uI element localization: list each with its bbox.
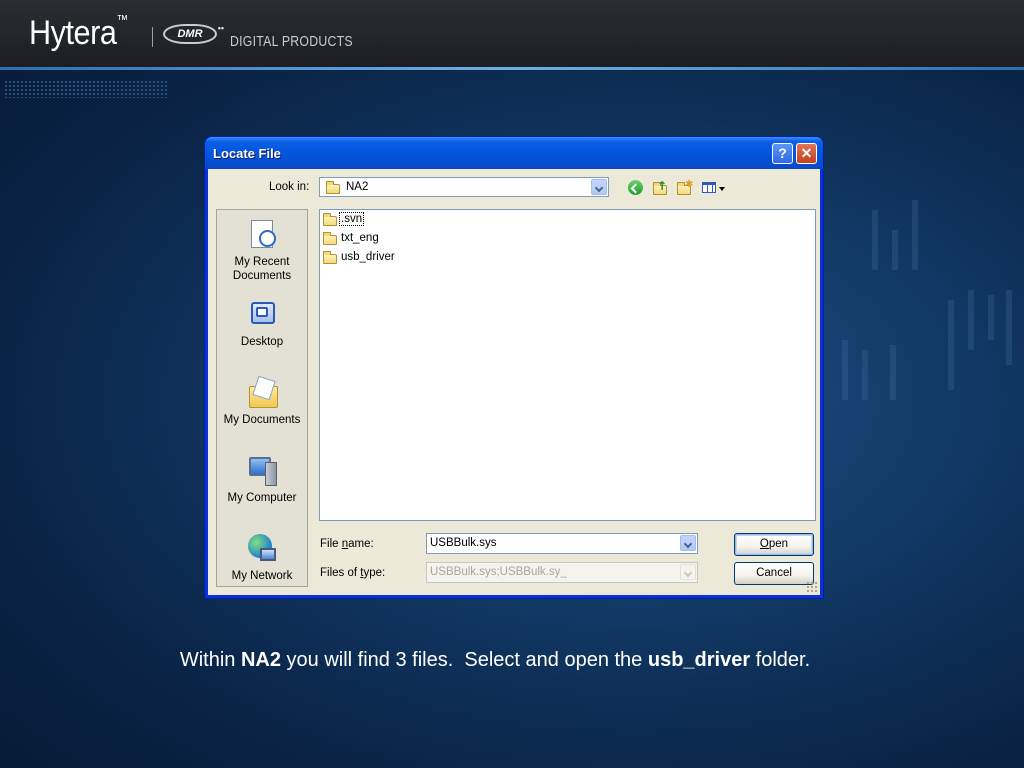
slide-header: Hytera™ DMR •• DIGITAL PRODUCTS: [0, 0, 1024, 68]
file-name-label: File name:: [320, 538, 374, 550]
decorative-bar: [890, 345, 896, 400]
decorative-dot-pattern: [4, 80, 169, 98]
arrow-up-icon: ↑: [657, 179, 668, 193]
place-label: Desktop: [240, 336, 284, 348]
access-key: n: [341, 538, 349, 550]
recent-documents-icon: [245, 218, 279, 252]
access-key: t: [360, 567, 364, 579]
place-label: My Recent Documents: [232, 256, 292, 282]
decorative-bar: [912, 200, 918, 270]
dmr-logo: DMR ••: [163, 23, 224, 44]
my-documents-icon: [245, 376, 279, 410]
sparkle-icon: ✱: [685, 179, 694, 190]
decorative-bar: [872, 210, 878, 270]
cancel-button[interactable]: Cancel: [734, 562, 814, 585]
decorative-bar: [862, 350, 868, 400]
caption-bold-folder: NA2: [240, 649, 281, 671]
decorative-bar: [842, 340, 848, 400]
dialog-title: Locate File: [213, 146, 281, 161]
chevron-down-icon[interactable]: [591, 179, 607, 195]
place-my-recent-documents[interactable]: My Recent Documents: [217, 218, 307, 283]
place-label: My Network: [231, 570, 293, 582]
access-key: O: [759, 538, 769, 550]
open-button[interactable]: Open: [734, 533, 814, 556]
header-tagline: DIGITAL PRODUCTS: [230, 33, 353, 50]
folder-icon: [323, 232, 337, 245]
my-computer-icon: [245, 454, 279, 488]
desktop-icon: [245, 298, 279, 332]
decorative-bar: [988, 295, 994, 340]
chevron-down-icon[interactable]: [680, 535, 696, 551]
file-list[interactable]: .svn txt_eng usb_driver: [319, 209, 816, 521]
caret-down-icon: [719, 187, 725, 191]
locate-file-dialog: Locate File ? ✕ Look in: NA2 ↑ ✱ My Rece…: [205, 137, 823, 598]
dialog-titlebar[interactable]: Locate File ? ✕: [205, 137, 823, 169]
decorative-bar: [892, 230, 898, 270]
decorative-bar: [948, 300, 954, 390]
back-icon[interactable]: [627, 179, 645, 197]
file-name: .svn: [338, 212, 365, 226]
help-button[interactable]: ?: [772, 143, 793, 164]
folder-icon: [326, 181, 340, 194]
file-type-label: Files of type:: [320, 567, 386, 579]
open-label-rest: pen: [768, 538, 789, 550]
resize-grip[interactable]: [806, 581, 818, 593]
dialog-body: Look in: NA2 ↑ ✱ My Recent Documents Des…: [208, 169, 820, 595]
look-in-label: Look in:: [269, 181, 310, 193]
my-network-icon: [245, 532, 279, 566]
file-type-dropdown: USBBulk.sys;USBBulk.sy_: [426, 562, 698, 583]
places-bar: My Recent Documents Desktop My Documents…: [216, 209, 308, 587]
header-divider: [152, 27, 153, 47]
hytera-logo: Hytera™: [29, 12, 128, 52]
caption-text: folder.: [750, 649, 811, 671]
caption-text: Within: [179, 649, 241, 671]
place-my-computer[interactable]: My Computer: [217, 454, 307, 505]
close-button[interactable]: ✕: [796, 143, 817, 164]
views-menu-icon[interactable]: [701, 179, 725, 197]
file-name: usb_driver: [341, 251, 395, 263]
new-folder-icon[interactable]: ✱: [675, 179, 693, 197]
file-name: txt_eng: [341, 232, 379, 244]
chevron-down-icon: [680, 564, 696, 580]
look-in-dropdown[interactable]: NA2: [319, 177, 609, 197]
file-name-field[interactable]: USBBulk.sys: [426, 533, 698, 554]
place-my-documents[interactable]: My Documents: [217, 376, 307, 427]
folder-icon: [323, 213, 337, 226]
header-accent-line: [0, 67, 1024, 70]
place-my-network[interactable]: My Network: [217, 532, 307, 583]
place-label: My Computer: [227, 492, 297, 504]
decorative-bar: [968, 290, 974, 350]
up-folder-icon[interactable]: ↑: [651, 179, 669, 197]
folder-icon: [323, 251, 337, 264]
file-name-value: USBBulk.sys: [430, 537, 497, 549]
look-in-value: NA2: [346, 181, 369, 193]
place-label: My Documents: [223, 414, 301, 426]
instruction-caption: Within NA2 you will find 3 files. Select…: [0, 649, 990, 672]
file-type-value: USBBulk.sys;USBBulk.sy_: [430, 566, 567, 578]
caption-bold-target: usb_driver: [647, 649, 751, 671]
decorative-bar: [1006, 290, 1012, 365]
views-grid-icon: [702, 182, 716, 193]
place-desktop[interactable]: Desktop: [217, 298, 307, 349]
caption-text: you will find 3 files. Select and open t…: [280, 649, 648, 671]
